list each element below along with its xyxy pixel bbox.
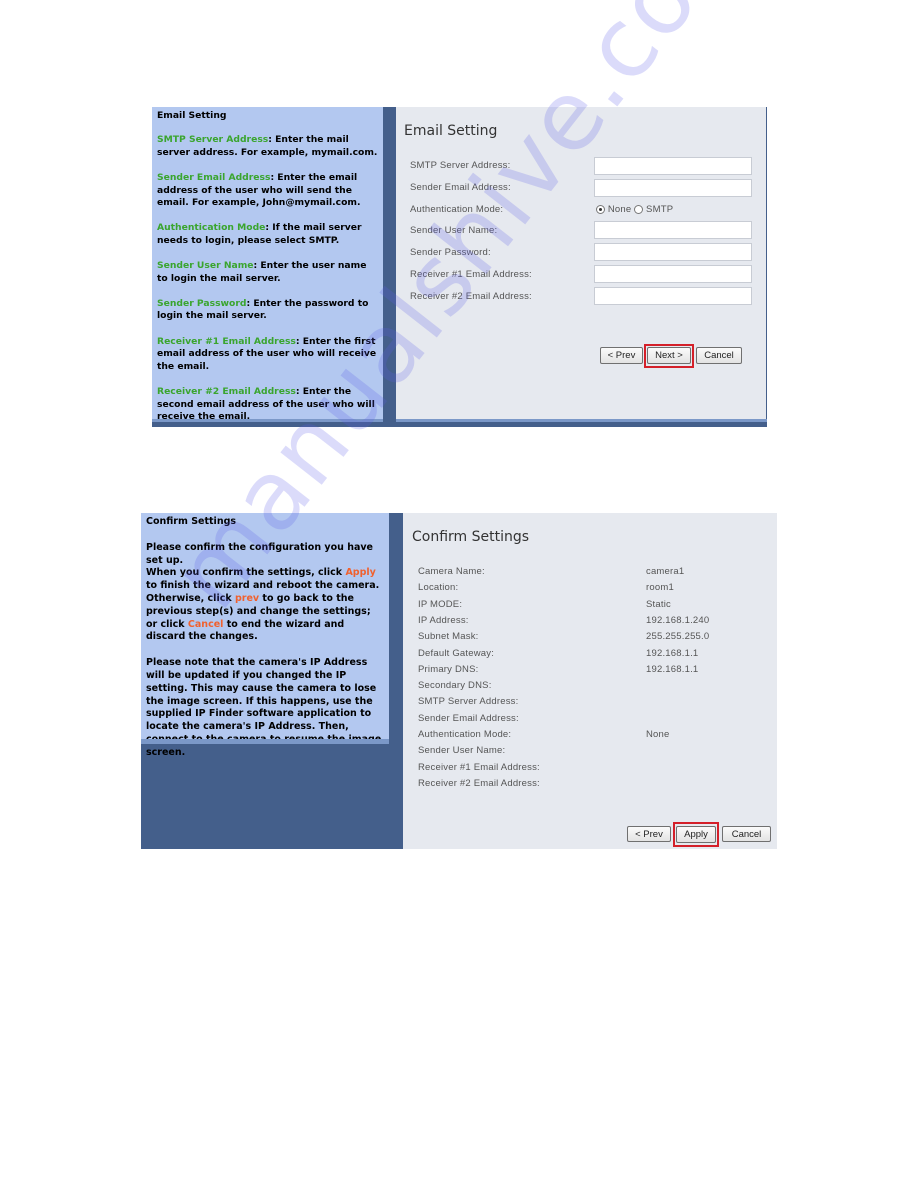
field-label: SMTP Server Address:: [410, 160, 511, 171]
field-label: Sender User Name:: [410, 225, 498, 236]
next-button[interactable]: Next >: [647, 347, 691, 364]
auth-none-radio[interactable]: [596, 205, 605, 214]
help-item: Authentication Mode: If the mail server …: [157, 222, 378, 247]
help-item: SMTP Server Address: Enter the mail serv…: [157, 134, 378, 159]
field-label: Sender Email Address:: [410, 182, 511, 193]
setting-value: 255.255.255.0: [646, 631, 710, 643]
field-label: Authentication Mode:: [410, 204, 504, 215]
setting-label: Subnet Mask:: [418, 631, 479, 643]
help-item: Sender User Name: Enter the user name to…: [157, 260, 378, 285]
setting-value: None: [646, 729, 670, 740]
receiver-1-email-input[interactable]: [594, 265, 752, 283]
setting-label: IP MODE:: [418, 598, 463, 610]
confirm-help-title: Confirm Settings: [146, 516, 237, 527]
form-bottom-edge: [396, 419, 767, 422]
help-bottom-edge: [141, 739, 389, 744]
confirm-help-panel: Confirm Settings Please confirm the conf…: [141, 513, 389, 758]
confirm-settings-screenshot: Confirm Settings Please confirm the conf…: [141, 513, 777, 849]
setting-label: Sender User Name:: [418, 745, 506, 757]
setting-label: Secondary DNS:: [418, 680, 492, 692]
help-paragraph: Please confirm the configuration you hav…: [146, 542, 384, 568]
email-setting-form: Email Setting SMTP Server Address: Sende…: [396, 107, 766, 419]
auth-smtp-label: SMTP: [646, 204, 674, 215]
email-help-panel: Email Setting SMTP Server Address: Enter…: [152, 107, 383, 423]
setting-label: Primary DNS:: [418, 663, 479, 675]
help-paragraph: When you confirm the settings, click App…: [146, 567, 384, 644]
setting-value: 192.168.1.1: [646, 663, 699, 675]
receiver-2-email-input[interactable]: [594, 287, 752, 305]
email-setting-title: Email Setting: [404, 123, 498, 139]
auth-smtp-radio[interactable]: [634, 205, 644, 214]
setting-label: IP Address:: [418, 614, 469, 626]
setting-value: 192.168.1.1: [646, 647, 699, 659]
setting-label: Authentication Mode:: [418, 729, 512, 740]
setting-label: Receiver #2 Email Address:: [418, 777, 540, 789]
setting-value: room1: [646, 582, 674, 594]
help-item: Sender Email Address: Enter the email ad…: [157, 172, 378, 209]
help-paragraph: Please note that the camera's IP Address…: [146, 657, 384, 759]
auth-none-label: None: [607, 204, 632, 215]
setting-label: Location:: [418, 582, 459, 594]
help-item: Sender Password: Enter the password to l…: [157, 298, 378, 323]
confirm-settings-title: Confirm Settings: [412, 529, 530, 545]
smtp-server-address-input[interactable]: [594, 157, 752, 175]
setting-label: SMTP Server Address:: [418, 696, 519, 708]
help-term: Sender User Name: [157, 260, 254, 272]
field-label: Sender Password:: [410, 247, 491, 258]
cancel-button[interactable]: Cancel: [696, 347, 742, 364]
help-bottom-edge: [152, 419, 383, 422]
help-text: When you confirm the settings, click: [146, 567, 346, 579]
sender-password-input[interactable]: [594, 243, 752, 261]
setting-label: Receiver #1 Email Address:: [418, 761, 540, 773]
apply-keyword: Apply: [345, 567, 376, 579]
setting-value: 192.168.1.240: [646, 614, 710, 626]
setting-label: Camera Name:: [418, 566, 485, 577]
sender-email-address-input[interactable]: [594, 179, 752, 197]
help-item: Receiver #2 Email Address: Enter the sec…: [157, 386, 378, 423]
help-term: SMTP Server Address: [157, 134, 269, 146]
field-label: Receiver #2 Email Address:: [410, 291, 532, 302]
help-term: Sender Password: [157, 298, 247, 310]
setting-value: camera1: [646, 566, 685, 577]
prev-button[interactable]: < Prev: [600, 347, 643, 364]
help-term: Authentication Mode: [157, 222, 266, 234]
help-item: Receiver #1 Email Address: Enter the fir…: [157, 336, 378, 373]
cancel-button[interactable]: Cancel: [722, 826, 771, 842]
sender-user-name-input[interactable]: [594, 221, 752, 239]
auth-mode-radio-group: None SMTP: [596, 204, 673, 215]
setting-label: Sender Email Address:: [418, 712, 519, 724]
help-term: Sender Email Address: [157, 172, 271, 184]
help-term: Receiver #1 Email Address: [157, 335, 296, 347]
prev-keyword: prev: [234, 592, 260, 604]
setting-label: Default Gateway:: [418, 647, 495, 659]
email-help-title: Email Setting: [157, 110, 227, 121]
setting-value: Static: [646, 598, 671, 610]
field-label: Receiver #1 Email Address:: [410, 269, 532, 280]
help-term: Receiver #2 Email Address: [157, 386, 296, 398]
apply-button[interactable]: Apply: [676, 826, 716, 843]
prev-button[interactable]: < Prev: [627, 826, 671, 842]
help-text: Please confirm the configuration you hav…: [146, 541, 374, 566]
cancel-keyword: Cancel: [187, 618, 224, 630]
email-setting-screenshot: Email Setting SMTP Server Address: Enter…: [152, 107, 767, 427]
confirm-settings-summary: Confirm Settings Camera Name: camera1 Loca…: [403, 513, 777, 849]
